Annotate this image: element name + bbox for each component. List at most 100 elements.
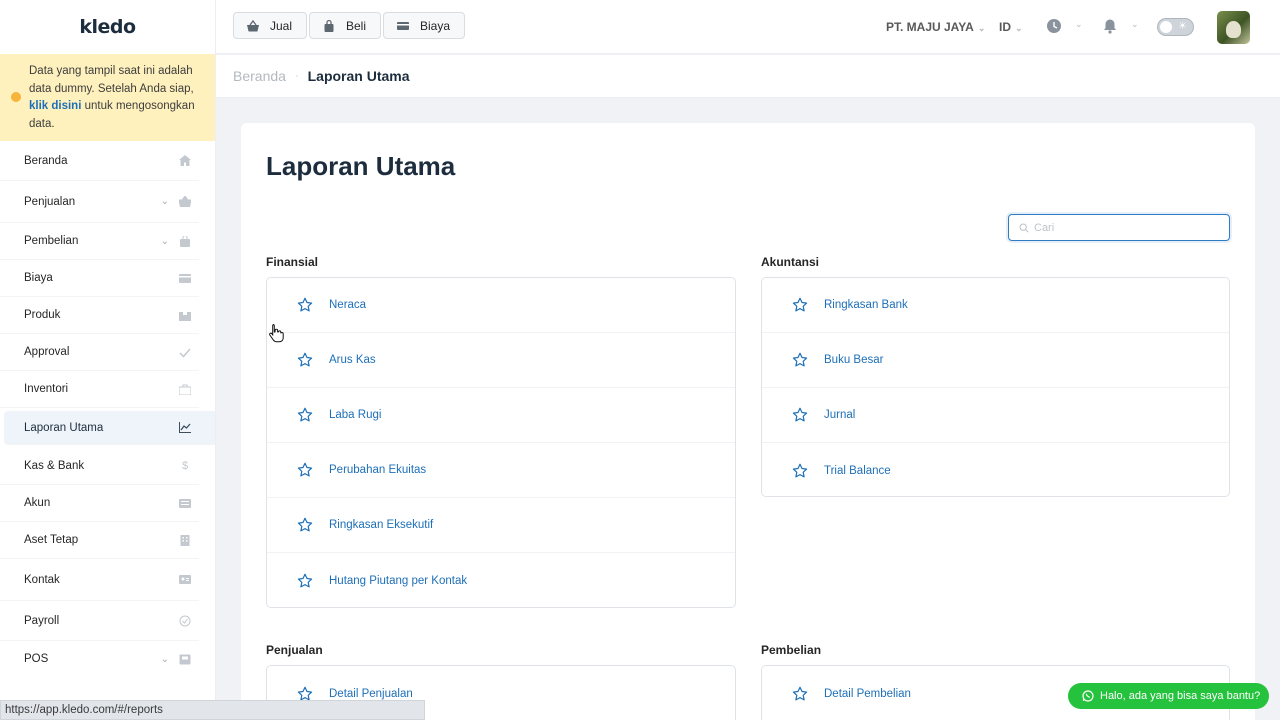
basket-icon: [247, 19, 259, 31]
report-item[interactable]: Jurnal: [762, 388, 1229, 443]
report-item[interactable]: Trial Balance: [762, 443, 1229, 496]
star-icon[interactable]: [792, 407, 808, 423]
card-icon: [397, 21, 409, 30]
company-name: PT. MAJU JAYA: [886, 20, 974, 34]
star-icon[interactable]: [297, 462, 313, 478]
report-item[interactable]: Ringkasan Eksekutif: [267, 498, 735, 553]
sidebar-item-label: Akun: [24, 497, 51, 509]
status-bar-url: https://app.kledo.com/#/reports: [0, 700, 425, 720]
sidebar-item-label: Approval: [24, 346, 70, 358]
language-code: ID: [999, 20, 1011, 34]
chevron-down-icon[interactable]: ⌄: [1075, 19, 1083, 30]
search-icon: [1019, 222, 1029, 233]
search-input[interactable]: [1034, 221, 1204, 234]
report-item[interactable]: Neraca: [267, 278, 735, 333]
sidebar-item-approval[interactable]: Approval: [0, 334, 199, 371]
section-title-finansial: Finansial: [266, 255, 319, 269]
star-icon[interactable]: [297, 297, 313, 313]
star-icon[interactable]: [297, 407, 313, 423]
whatsapp-chat-button[interactable]: Halo, ada yang bisa saya bantu?: [1068, 683, 1269, 709]
report-list-akuntansi: Ringkasan Bank Buku Besar Jurnal Trial B…: [761, 277, 1230, 497]
clock-icon[interactable]: [1046, 18, 1062, 34]
sidebar-item-label: Kas & Bank: [24, 460, 85, 472]
sidebar-item-label: Beranda: [24, 154, 68, 167]
star-icon[interactable]: [792, 463, 808, 479]
sidebar-item-laporan-utama[interactable]: Laporan Utama: [4, 411, 215, 445]
warning-dot-icon: [11, 92, 21, 102]
report-item-label: Arus Kas: [329, 354, 376, 366]
search-box[interactable]: [1008, 214, 1230, 241]
sidebar-item-label: Biaya: [24, 272, 53, 284]
sidebar-item-pos[interactable]: POS ⌄: [0, 641, 199, 677]
ledger-icon: [179, 498, 191, 509]
sidebar-item-inventori[interactable]: Inventori: [0, 371, 199, 408]
theme-toggle[interactable]: ☀: [1157, 18, 1194, 36]
breadcrumb-current: Laporan Utama: [307, 68, 410, 84]
report-item[interactable]: Laba Rugi: [267, 388, 735, 443]
reports-card: Laporan Utama Finansial Neraca Arus Kas …: [241, 123, 1255, 720]
kledo-logo[interactable]: kledo: [0, 0, 215, 54]
report-item-label: Jurnal: [824, 409, 856, 421]
sun-icon: ☀: [1178, 21, 1187, 32]
report-item-label: Laba Rugi: [329, 409, 382, 421]
chevron-down-icon: ⌄: [160, 653, 169, 665]
sidebar-item-beranda[interactable]: Beranda: [0, 141, 199, 181]
report-item[interactable]: Hutang Piutang per Kontak: [267, 553, 735, 607]
sidebar-item-payroll[interactable]: Payroll: [0, 601, 199, 641]
chart-icon: [179, 422, 191, 433]
report-item[interactable]: Perubahan Ekuitas: [267, 443, 735, 498]
topbar: Jual Beli Biaya PT. MAJU JAYA ⌄ ID ⌄ ⌄ ⌄ ☀: [216, 0, 1280, 54]
sidebar-item-biaya[interactable]: Biaya: [0, 260, 199, 297]
star-icon[interactable]: [792, 352, 808, 368]
bell-icon[interactable]: [1102, 18, 1118, 34]
section-title-penjualan: Penjualan: [266, 643, 323, 657]
report-item[interactable]: Buku Besar: [762, 333, 1229, 388]
buy-button[interactable]: Beli: [309, 12, 382, 39]
sidebar-item-label: Penjualan: [24, 195, 76, 208]
star-icon[interactable]: [792, 297, 808, 313]
breadcrumb-separator: ·: [294, 70, 299, 82]
avatar[interactable]: [1217, 11, 1250, 44]
star-icon[interactable]: [297, 573, 313, 589]
report-item-label: Ringkasan Bank: [824, 299, 908, 311]
sell-button[interactable]: Jual: [233, 12, 308, 39]
sidebar-item-label: Pembelian: [24, 235, 79, 247]
language-selector[interactable]: ID ⌄: [999, 20, 1023, 34]
star-icon[interactable]: [297, 352, 313, 368]
sidebar-item-kontak[interactable]: Kontak: [0, 559, 199, 601]
sidebar-item-label: Aset Tetap: [24, 534, 79, 546]
chevron-down-icon[interactable]: ⌄: [1131, 19, 1139, 30]
report-item-label: Buku Besar: [824, 354, 884, 366]
sidebar-item-akun[interactable]: Akun: [0, 485, 199, 522]
sidebar-item-label: Kontak: [24, 573, 60, 586]
star-icon[interactable]: [792, 686, 808, 702]
report-item-label: Hutang Piutang per Kontak: [329, 574, 468, 587]
check-icon: [179, 347, 191, 358]
card-icon: [179, 273, 191, 284]
company-selector[interactable]: PT. MAJU JAYA ⌄: [886, 20, 985, 34]
dummy-data-notice: Data yang tampil saat ini adalah data du…: [0, 54, 215, 141]
breadcrumb-home[interactable]: Beranda: [233, 68, 286, 84]
chevron-down-icon: ⌄: [160, 235, 169, 247]
briefcase-icon: [179, 384, 191, 395]
report-item[interactable]: Ringkasan Bank: [762, 278, 1229, 333]
report-item[interactable]: Arus Kas: [267, 333, 735, 388]
sidebar-item-kas-bank[interactable]: Kas & Bank $: [0, 448, 199, 485]
sidebar-item-aset-tetap[interactable]: Aset Tetap: [0, 522, 199, 559]
hand-cursor-icon: [269, 324, 284, 343]
expense-button[interactable]: Biaya: [383, 12, 466, 39]
sell-button-label: Jual: [270, 18, 293, 33]
sidebar-item-produk[interactable]: Produk: [0, 297, 199, 334]
sidebar: kledo Data yang tampil saat ini adalah d…: [0, 0, 216, 720]
bag-icon: [179, 235, 191, 247]
sidebar-item-pembelian[interactable]: Pembelian ⌄: [0, 223, 199, 260]
notice-clear-link[interactable]: klik disini: [29, 100, 81, 112]
check-circle-icon: [179, 615, 191, 626]
star-icon[interactable]: [297, 517, 313, 533]
sidebar-item-penjualan[interactable]: Penjualan ⌄: [0, 181, 199, 223]
sidebar-item-label: Laporan Utama: [24, 421, 104, 434]
bag-icon: [324, 19, 334, 32]
report-list-finansial: Neraca Arus Kas Laba Rugi Perubahan Ekui…: [266, 277, 736, 608]
sidebar-item-label: Inventori: [24, 383, 69, 395]
report-item-label: Ringkasan Eksekutif: [329, 519, 434, 531]
